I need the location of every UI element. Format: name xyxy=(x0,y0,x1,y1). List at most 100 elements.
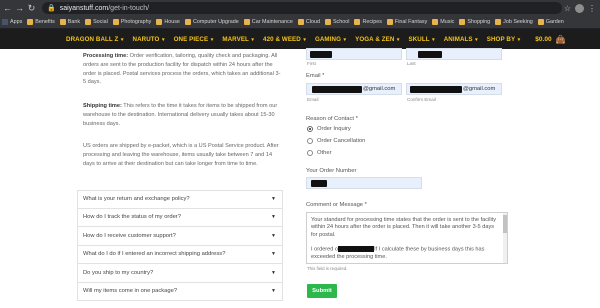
bookmark-apps[interactable]: Apps xyxy=(2,19,22,25)
order-number-label: Your Order Number xyxy=(306,168,357,174)
submit-button[interactable]: Submit xyxy=(307,284,337,298)
chevron-down-icon: ▾ xyxy=(430,36,435,43)
faq-item[interactable]: How do I track the status of my order? ▼ xyxy=(77,208,283,227)
bookmark-bank[interactable]: Bank xyxy=(59,19,80,25)
nav-item-skull[interactable]: SKULL ▾ xyxy=(409,36,435,43)
bookmark-benefits[interactable]: Benefits xyxy=(27,19,55,25)
faq-item[interactable]: Will my items come in one package? ▼ xyxy=(77,282,283,301)
folder-icon xyxy=(354,19,361,25)
bookmark-music[interactable]: Music xyxy=(432,19,454,25)
bookmark-social[interactable]: Social xyxy=(85,19,108,25)
faq-item[interactable]: Do you ship to my country? ▼ xyxy=(77,264,283,283)
bookmark-shopping[interactable]: Shopping xyxy=(459,19,490,25)
faq-accordion: What is your return and exchange policy?… xyxy=(77,190,283,301)
first-sublabel: First xyxy=(307,61,316,66)
nav-item-gaming[interactable]: GAMING ▾ xyxy=(315,36,346,43)
processing-time-paragraph: Processing time: Order verification, tai… xyxy=(83,53,281,86)
folder-icon xyxy=(324,19,331,25)
chevron-down-icon: ▾ xyxy=(516,36,521,43)
last-sublabel: Last xyxy=(407,61,416,66)
nav-item-420-weed[interactable]: 420 & WEED ▾ xyxy=(263,36,306,43)
us-orders-paragraph: US orders are shipped by e-packet, which… xyxy=(83,143,279,167)
folder-icon xyxy=(537,19,544,25)
email-label: Email * xyxy=(306,73,325,79)
chevron-down-icon: ▼ xyxy=(271,196,276,203)
url-host: saiyanstuff.com xyxy=(59,4,109,12)
chevron-down-icon: ▾ xyxy=(342,36,347,43)
star-icon[interactable]: ☆ xyxy=(564,4,571,13)
faq-item[interactable]: What is your return and exchange policy?… xyxy=(77,190,283,209)
folder-icon xyxy=(27,19,34,25)
redacted-order-number xyxy=(311,180,327,187)
folder-icon xyxy=(495,19,502,25)
bookmark-photography[interactable]: Photography xyxy=(112,19,151,25)
textarea-scrollbar[interactable] xyxy=(503,213,507,263)
nav-item-shop-by[interactable]: SHOP BY ▾ xyxy=(487,36,521,43)
reload-icon[interactable]: ↻ xyxy=(27,3,36,14)
back-icon[interactable]: ← xyxy=(3,3,12,13)
comment-textarea[interactable]: Your standard for processing time states… xyxy=(306,212,508,264)
bookmark-garden[interactable]: Garden xyxy=(537,19,564,25)
chevron-down-icon: ▼ xyxy=(271,269,276,276)
folder-icon xyxy=(243,19,250,25)
bookmark-cloud[interactable]: Cloud xyxy=(297,19,320,25)
site-nav: DRAGON BALL Z ▾ NARUTO ▾ ONE PIECE ▾ MAR… xyxy=(0,29,600,49)
bookmark-computer-upgrade[interactable]: Computer Upgrade xyxy=(184,19,239,25)
chevron-down-icon: ▾ xyxy=(249,36,255,43)
avatar[interactable] xyxy=(575,3,584,13)
folder-icon xyxy=(386,19,393,25)
redacted-last-name xyxy=(418,51,442,58)
redacted-confirm-email xyxy=(410,86,462,93)
folder-icon xyxy=(59,19,66,25)
forward-icon[interactable]: → xyxy=(15,3,24,13)
bookmark-final-fantasy[interactable]: Final Fantasy xyxy=(386,19,427,25)
radio-checked-icon xyxy=(307,126,313,132)
confirm-email-sublabel: Confirm Email xyxy=(407,97,436,102)
comment-label: Comment or Message * xyxy=(306,202,367,208)
nav-item-yoga-zen[interactable]: YOGA & ZEN ▾ xyxy=(355,36,399,43)
radio-unchecked-icon xyxy=(307,138,313,144)
faq-item[interactable]: What do I do if I entered an incorrect s… xyxy=(77,245,283,264)
folder-icon xyxy=(432,19,439,25)
shipping-time-paragraph: Shipping time: This refers to the time i… xyxy=(83,103,278,127)
bookmark-car-maintenance[interactable]: Car Maintenance xyxy=(243,19,293,25)
apps-grid-icon xyxy=(2,19,8,25)
folder-icon xyxy=(85,19,92,25)
radio-unchecked-icon xyxy=(307,150,313,156)
bookmark-recipes[interactable]: Recipes xyxy=(354,19,382,25)
reason-option-other[interactable]: Other xyxy=(307,150,332,156)
required-note: This field is required. xyxy=(307,266,348,271)
chevron-down-icon: ▾ xyxy=(395,36,400,43)
menu-icon[interactable]: ⋮ xyxy=(588,4,596,13)
chevron-down-icon: ▾ xyxy=(473,36,478,43)
redacted-order-date xyxy=(338,246,375,253)
nav-item-dragon-ball-z[interactable]: DRAGON BALL Z ▾ xyxy=(66,36,124,43)
browser-address-bar: ← → ↻ 🔒 saiyanstuff.com/get-in-touch/ ☆ … xyxy=(0,0,600,16)
nav-item-naruto[interactable]: NARUTO ▾ xyxy=(133,36,165,43)
folder-icon xyxy=(156,19,163,25)
chevron-down-icon: ▾ xyxy=(301,36,306,43)
reason-option-order-inquiry[interactable]: Order Inquiry xyxy=(307,126,351,132)
url-path: /get-in-touch/ xyxy=(108,4,150,12)
faq-item[interactable]: How do I receive customer support? ▼ xyxy=(77,227,283,246)
nav-item-one-piece[interactable]: ONE PIECE ▾ xyxy=(174,36,214,43)
email-sublabel: Email xyxy=(307,97,319,102)
comment-text-1: Your standard for processing time states… xyxy=(311,217,497,238)
nav-item-marvel[interactable]: MARVEL ▾ xyxy=(222,36,254,43)
reason-option-order-cancellation[interactable]: Order Cancellation xyxy=(307,138,365,144)
redacted-email xyxy=(312,86,362,93)
chevron-down-icon: ▼ xyxy=(271,214,276,221)
bookmark-school[interactable]: School xyxy=(324,19,349,25)
folder-icon xyxy=(184,19,191,25)
bookmark-job-seeking[interactable]: Job Seeking xyxy=(495,19,533,25)
bookmarks-bar: Apps Benefits Bank Social Photography Ho… xyxy=(0,16,600,29)
cart-total[interactable]: $0.00 xyxy=(535,36,551,43)
url-input[interactable]: 🔒 saiyanstuff.com/get-in-touch/ xyxy=(42,2,562,14)
lock-icon: 🔒 xyxy=(47,5,56,12)
chevron-down-icon: ▼ xyxy=(271,232,276,239)
bookmark-house[interactable]: House xyxy=(156,19,180,25)
nav-item-animals[interactable]: ANIMALS ▾ xyxy=(444,36,478,43)
chevron-down-icon: ▼ xyxy=(271,251,276,258)
chevron-down-icon: ▾ xyxy=(119,36,124,43)
shopping-bag-icon[interactable]: 👜 xyxy=(556,35,566,44)
